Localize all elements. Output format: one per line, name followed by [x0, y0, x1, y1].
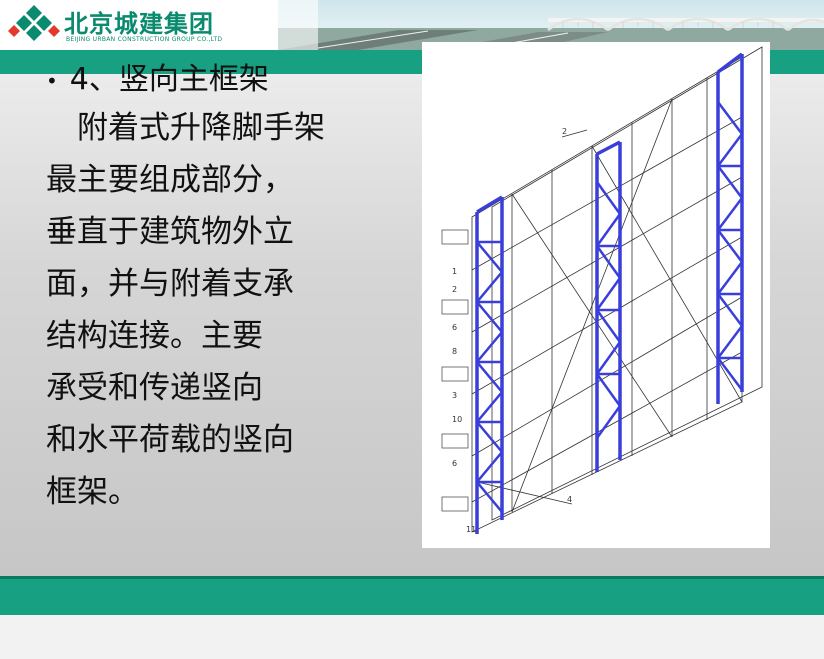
body-line: 最主要组成部分，	[46, 162, 294, 198]
figure-label: 2	[562, 127, 567, 136]
body-line: 垂直于建筑物外立	[46, 214, 294, 250]
bullet-icon: •	[46, 68, 58, 93]
scaffold-frame-drawing-icon: 1 2 6 8 3 10 6 11 4 2	[441, 46, 763, 534]
diamond-cluster-logo-icon	[8, 5, 60, 41]
figure-label: 6	[452, 459, 457, 468]
body-line: 框架。	[46, 474, 139, 510]
body-line: 面，并与附着支承	[46, 266, 294, 302]
slide-body: 附着式升降脚手架 最主要组成部分， 垂直于建筑物外立 面，并与附着支承 结构连接…	[46, 102, 396, 518]
figure-label: 4	[567, 495, 572, 504]
body-line: 承受和传递竖向	[46, 370, 263, 406]
figure-label: 3	[452, 391, 457, 400]
footer-strip	[0, 615, 824, 659]
body-line: 结构连接。主要	[46, 318, 263, 354]
figure-label: 1	[452, 267, 457, 276]
figure-label: 2	[452, 285, 457, 294]
body-line: 和水平荷载的竖向	[46, 422, 294, 458]
figure-label: 6	[452, 323, 457, 332]
figure-label: 10	[452, 415, 462, 424]
slide-title: • 4、竖向主框架	[46, 54, 269, 98]
slide-title-text: 4、竖向主框架	[69, 62, 269, 97]
figure-label: 11	[466, 525, 476, 534]
figure-label: 8	[452, 347, 457, 356]
slide: 北京城建集团 BEIJING URBAN CONSTRUCTION GROUP …	[0, 0, 824, 659]
company-subtitle: BEIJING URBAN CONSTRUCTION GROUP CO.,LTD	[66, 36, 223, 43]
company-name: 北京城建集团	[64, 10, 214, 38]
logo: 北京城建集团 BEIJING URBAN CONSTRUCTION GROUP …	[6, 3, 276, 47]
body-line: 附着式升降脚手架	[46, 110, 325, 146]
scaffold-figure: 1 2 6 8 3 10 6 11 4 2	[422, 42, 770, 548]
bottom-accent-band	[0, 576, 824, 615]
